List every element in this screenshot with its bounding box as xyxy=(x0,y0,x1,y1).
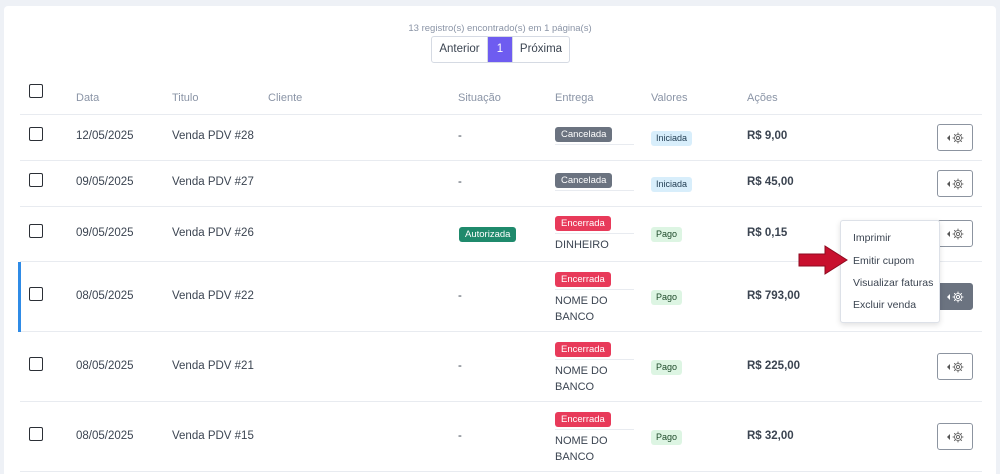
pagination: Anterior 1 Próxima xyxy=(431,36,570,63)
row-divider xyxy=(20,401,982,402)
row-checkbox[interactable] xyxy=(29,357,43,371)
valores-badge: Iniciada xyxy=(651,131,693,146)
entrega-divider xyxy=(555,289,634,290)
cell-amount: R$ 793,00 xyxy=(747,290,801,302)
cell-amount: R$ 32,00 xyxy=(747,430,794,442)
valores-badge: Iniciada xyxy=(651,177,693,192)
cell-title[interactable]: Venda PDV #28 xyxy=(172,130,254,142)
cell-situacao: - xyxy=(458,290,462,302)
row-actions-button[interactable] xyxy=(937,124,973,151)
col-header-acoes: Ações xyxy=(747,92,778,104)
row-checkbox[interactable] xyxy=(29,427,43,441)
cell-situacao: - xyxy=(458,176,462,188)
caret-left-icon xyxy=(946,134,950,141)
records-info: 13 registro(s) encontrado(s) em 1 página… xyxy=(408,23,592,34)
cell-title[interactable]: Venda PDV #27 xyxy=(172,176,254,188)
col-header-situacao: Situação xyxy=(458,92,501,104)
cell-title[interactable]: Venda PDV #21 xyxy=(172,360,254,372)
row-divider xyxy=(20,471,982,472)
row-actions-button[interactable] xyxy=(937,283,973,310)
situacao-badge: Autorizada xyxy=(459,227,517,242)
menu-item-imprimir[interactable]: Imprimir xyxy=(853,232,891,244)
row-checkbox[interactable] xyxy=(29,127,43,141)
caret-left-icon xyxy=(946,180,950,187)
gear-icon xyxy=(952,431,963,442)
entrega-badge: Cancelada xyxy=(555,127,613,142)
caret-left-icon xyxy=(946,230,950,237)
gear-icon xyxy=(952,291,963,302)
row-checkbox[interactable] xyxy=(29,287,43,301)
valores-badge: Pago xyxy=(651,360,683,375)
col-header-valores: Valores xyxy=(651,92,688,104)
entrega-text: NOME DO BANCO xyxy=(555,435,608,463)
gear-icon xyxy=(952,361,963,372)
cell-date: 08/05/2025 xyxy=(76,360,134,372)
row-actions-button[interactable] xyxy=(937,353,973,380)
entrega-text: NOME DO BANCO xyxy=(555,295,608,323)
selected-row-indicator xyxy=(18,262,21,332)
cell-date: 08/05/2025 xyxy=(76,290,134,302)
cell-date: 09/05/2025 xyxy=(76,227,134,239)
valores-badge: Pago xyxy=(651,290,683,305)
cell-situacao: - xyxy=(458,430,462,442)
next-page-button[interactable]: Próxima xyxy=(512,37,569,62)
gear-icon xyxy=(952,228,963,239)
row-divider xyxy=(20,206,982,207)
valores-badge: Pago xyxy=(651,227,683,242)
cell-amount: R$ 0,15 xyxy=(747,227,788,239)
cell-amount: R$ 45,00 xyxy=(747,176,794,188)
menu-item-emitir-cupom[interactable]: Emitir cupom xyxy=(853,255,914,267)
menu-item-visualizar-faturas[interactable]: Visualizar faturas xyxy=(853,277,933,289)
entrega-text: NOME DO BANCO xyxy=(555,365,608,393)
valores-badge: Pago xyxy=(651,430,683,445)
cell-situacao: - xyxy=(458,130,462,142)
entrega-badge: Encerrada xyxy=(555,272,611,287)
actions-dropdown-menu: Imprimir Emitir cupom Visualizar faturas… xyxy=(840,220,940,323)
page-1-button[interactable]: 1 xyxy=(488,37,512,62)
row-divider xyxy=(20,331,982,332)
cell-date: 09/05/2025 xyxy=(76,176,134,188)
caret-left-icon xyxy=(946,433,950,440)
select-all-checkbox[interactable] xyxy=(29,84,43,98)
entrega-divider xyxy=(555,359,634,360)
row-divider xyxy=(20,160,982,161)
pointer-arrow-icon xyxy=(798,245,848,275)
gear-icon xyxy=(952,132,963,143)
row-actions-button[interactable] xyxy=(937,170,973,197)
cell-amount: R$ 9,00 xyxy=(747,130,788,142)
row-actions-button[interactable] xyxy=(937,423,973,450)
entrega-divider xyxy=(555,190,634,191)
caret-left-icon xyxy=(946,363,950,370)
col-header-entrega: Entrega xyxy=(555,92,594,104)
cell-title[interactable]: Venda PDV #22 xyxy=(172,290,254,302)
header-divider xyxy=(20,114,982,115)
entrega-text: DINHEIRO xyxy=(555,239,609,251)
col-header-titulo: Titulo xyxy=(172,92,199,104)
cell-date: 12/05/2025 xyxy=(76,130,134,142)
cell-situacao: - xyxy=(458,360,462,372)
menu-item-excluir-venda[interactable]: Excluir venda xyxy=(853,299,916,311)
entrega-badge: Encerrada xyxy=(555,342,611,357)
caret-left-icon xyxy=(946,293,950,300)
col-header-data: Data xyxy=(76,92,100,104)
entrega-badge: Encerrada xyxy=(555,412,611,427)
entrega-divider xyxy=(555,144,634,145)
row-checkbox[interactable] xyxy=(29,173,43,187)
entrega-badge: Cancelada xyxy=(555,173,613,188)
cell-amount: R$ 225,00 xyxy=(747,360,801,372)
cell-title[interactable]: Venda PDV #15 xyxy=(172,430,254,442)
entrega-divider xyxy=(555,429,634,430)
entrega-badge: Encerrada xyxy=(555,216,611,231)
cell-date: 08/05/2025 xyxy=(76,430,134,442)
prev-page-button[interactable]: Anterior xyxy=(432,37,488,62)
row-actions-button[interactable] xyxy=(937,220,973,247)
row-checkbox[interactable] xyxy=(29,224,43,238)
cell-title[interactable]: Venda PDV #26 xyxy=(172,227,254,239)
entrega-divider xyxy=(555,233,634,234)
gear-icon xyxy=(952,178,963,189)
col-header-cliente: Cliente xyxy=(268,92,303,104)
